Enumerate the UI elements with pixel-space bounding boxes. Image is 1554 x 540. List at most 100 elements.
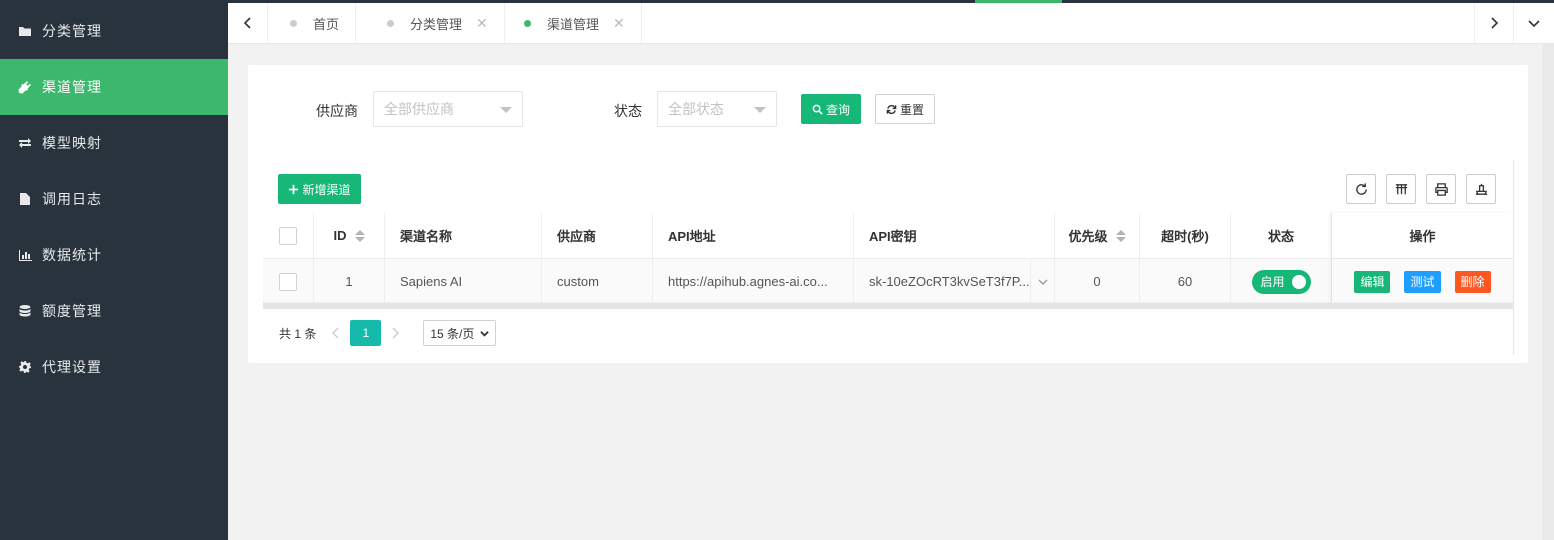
provider-label: 供应商 (316, 103, 358, 119)
sidebar-item-category[interactable]: 分类管理 (0, 3, 228, 59)
pager-next-button[interactable] (381, 327, 409, 339)
exchange-icon (18, 136, 32, 150)
tab-home[interactable]: 首页 (268, 3, 357, 43)
test-button[interactable]: 测试 (1404, 270, 1441, 293)
cell-api-key: sk-10eZOcRT3kvSeT3f7P... (854, 259, 1055, 304)
cell-id: 1 (314, 259, 385, 304)
reset-button[interactable]: 重置 (875, 94, 935, 124)
sidebar-item-label: 调用日志 (42, 191, 102, 207)
sidebar-item-model-mapping[interactable]: 模型映射 (0, 115, 228, 171)
page-size-select[interactable]: 15 条/页 (423, 320, 497, 346)
table-horizontal-scrollbar[interactable] (263, 303, 1513, 309)
tab-menu-button[interactable] (1514, 3, 1554, 43)
chevron-down-icon (1528, 20, 1540, 28)
tab-dot (290, 19, 297, 27)
sidebar-item-label: 分类管理 (42, 23, 102, 39)
header-label: API密钥 (869, 229, 917, 244)
tab-scroll-right-button[interactable] (1474, 3, 1514, 43)
chevron-right-icon (392, 327, 400, 339)
toggle-knob (1291, 274, 1306, 289)
status-toggle[interactable]: 启用 (1251, 269, 1311, 294)
tab-dot (524, 19, 531, 27)
status-label: 状态 (614, 103, 642, 119)
file-icon (18, 192, 32, 206)
chevron-down-icon (1038, 279, 1047, 285)
page-vertical-scrollbar[interactable] (1542, 44, 1554, 540)
tab-category[interactable]: 分类管理 ✕ (365, 3, 505, 43)
status-select-value: 全部状态 (668, 101, 724, 117)
header-api-key: API密钥 (854, 213, 1055, 258)
sidebar-item-statistics[interactable]: 数据统计 (0, 227, 228, 283)
header-status: 状态 (1231, 213, 1332, 258)
tab-channel[interactable]: 渠道管理 ✕ (502, 3, 642, 43)
columns-filter-button[interactable] (1386, 174, 1416, 204)
cell-status: 启用 (1231, 259, 1332, 304)
sidebar-item-label: 代理设置 (42, 359, 102, 375)
close-icon[interactable]: ✕ (476, 15, 488, 32)
refresh-table-button[interactable] (1346, 174, 1376, 204)
print-button[interactable] (1426, 174, 1456, 204)
edit-button[interactable]: 编辑 (1354, 270, 1391, 293)
refresh-icon (1355, 182, 1367, 195)
header-label: 供应商 (557, 229, 597, 244)
caret-down-icon (754, 107, 766, 113)
search-button[interactable]: 查询 (801, 94, 861, 124)
row-select-cell (263, 259, 314, 304)
add-channel-button[interactable]: 新增渠道 (278, 174, 361, 204)
sidebar-item-label: 数据统计 (42, 247, 102, 263)
database-icon (18, 304, 32, 318)
export-button[interactable] (1466, 174, 1496, 204)
sidebar-item-label: 额度管理 (42, 303, 102, 319)
folder-icon (18, 24, 32, 38)
header-api-url: API地址 (653, 213, 854, 258)
chevron-left-icon (243, 17, 251, 29)
provider-select-value: 全部供应商 (384, 101, 454, 117)
header-actions: 操作 (1332, 213, 1513, 258)
sidebar-item-quota[interactable]: 额度管理 (0, 283, 228, 339)
sidebar-item-label: 模型映射 (42, 135, 102, 151)
expand-cell-button[interactable] (1030, 259, 1054, 304)
sidebar-item-proxy[interactable]: 代理设置 (0, 339, 228, 395)
reset-button-label: 重置 (899, 102, 924, 117)
header-priority[interactable]: 优先级 (1055, 213, 1140, 258)
header-label: 超时(秒) (1161, 229, 1209, 244)
provider-select[interactable]: 全部供应商 (373, 91, 523, 127)
status-toggle-label: 启用 (1260, 275, 1285, 289)
header-label: 渠道名称 (400, 229, 453, 244)
header-select-all-cell (263, 213, 314, 258)
chevron-down-icon (480, 330, 490, 337)
sidebar-item-channel[interactable]: 渠道管理 (0, 59, 228, 115)
header-label: 操作 (1409, 229, 1436, 244)
header-provider: 供应商 (542, 213, 653, 258)
print-icon (1434, 182, 1448, 196)
row-checkbox[interactable] (279, 272, 297, 291)
cell-timeout: 60 (1140, 259, 1231, 304)
pager-prev-button[interactable] (322, 327, 350, 339)
select-all-checkbox[interactable] (279, 226, 297, 245)
pager-current-page[interactable]: 1 (350, 320, 382, 346)
tab-scroll-left-button[interactable] (228, 3, 268, 43)
table-row[interactable]: 1 Sapiens AI custom https://apihub.agnes… (263, 258, 1513, 304)
sort-icon[interactable] (354, 229, 365, 242)
columns-icon (1395, 183, 1407, 194)
pagination: 共 1 条 1 15 条/页 (279, 320, 497, 346)
sidebar-item-call-log[interactable]: 调用日志 (0, 171, 228, 227)
header-id[interactable]: ID (314, 213, 385, 258)
export-icon (1475, 183, 1487, 195)
close-icon[interactable]: ✕ (613, 15, 625, 32)
channel-card: 供应商 全部供应商 状态 全部状态 查询 重置 新增渠道 ID 渠道名称 供应商 (248, 65, 1528, 363)
sort-icon[interactable] (1115, 229, 1126, 242)
tab-label: 分类管理 (410, 16, 463, 32)
plus-icon (289, 184, 299, 194)
search-icon (812, 104, 823, 115)
caret-down-icon (500, 107, 512, 113)
gear-icon (18, 360, 32, 374)
tab-bar: 首页 分类管理 ✕ 渠道管理 ✕ (228, 3, 1554, 44)
cell-actions: 编辑 测试 删除 (1332, 259, 1513, 304)
sidebar-item-label: 渠道管理 (42, 79, 102, 95)
status-select[interactable]: 全部状态 (657, 91, 777, 127)
delete-button[interactable]: 删除 (1454, 270, 1491, 293)
header-label: 优先级 (1068, 229, 1108, 244)
api-key-text: sk-10eZOcRT3kvSeT3f7P... (869, 274, 1030, 289)
header-label: ID (333, 228, 347, 243)
